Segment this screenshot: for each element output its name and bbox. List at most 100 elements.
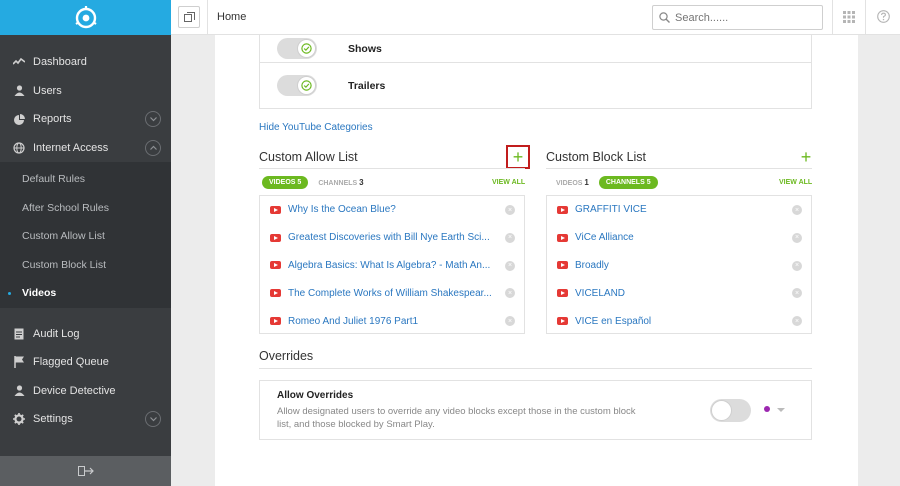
list-item[interactable]: GRAFFITI VICE × [547,196,811,224]
channel-name-link[interactable]: GRAFFITI VICE [575,204,647,215]
sidebar-subitem-videos[interactable]: Videos [0,279,171,308]
tab-videos[interactable]: VIDEOS 1 [556,178,589,187]
list-item[interactable]: Greatest Discoveries with Bill Nye Earth… [260,224,524,252]
youtube-icon [270,205,281,214]
allow-view-all-link[interactable]: VIEW ALL [492,179,525,186]
sidebar-item-internet-access[interactable]: Internet Access [0,134,171,163]
sidebar-item-audit-log[interactable]: Audit Log [0,320,171,349]
tab-channels[interactable]: CHANNELS 5 [598,176,658,189]
youtube-icon [270,317,281,326]
list-item[interactable]: Broadly × [547,252,811,280]
logo[interactable] [0,0,171,35]
user-search-icon [12,384,26,398]
chevron-down-icon[interactable] [145,411,161,427]
pie-chart-icon [12,112,26,126]
list-item[interactable]: VICE en Español × [547,307,811,335]
plus-icon: + [512,147,524,167]
allow-overrides-toggle[interactable] [710,399,751,422]
youtube-icon [557,205,568,214]
channel-name-link[interactable]: VICELAND [575,288,625,299]
sidebar-item-dashboard[interactable]: Dashboard [0,48,171,77]
sidebar-subitem-after-school-rules[interactable]: After School Rules [0,194,171,223]
windows-icon [183,11,195,22]
add-allow-item-button[interactable]: + [506,145,530,169]
search-box[interactable] [652,5,823,30]
video-title-link[interactable]: Romeo And Juliet 1976 Part1 [288,316,418,327]
remove-icon[interactable]: × [792,205,802,215]
divider [832,0,833,35]
sidebar-item-settings[interactable]: Settings [0,405,171,434]
user-icon [12,84,26,98]
list-item[interactable]: Romeo And Juliet 1976 Part1 × [260,307,524,335]
sidebar: Dashboard Users Reports Internet Access [0,0,171,486]
list-item[interactable]: VICELAND × [547,279,811,307]
block-list-title: Custom Block List [546,150,647,164]
toggle-knob [297,39,316,58]
apps-grid-icon[interactable] [843,11,855,26]
sidebar-subitem-label: Custom Block List [22,258,107,271]
video-title-link[interactable]: Greatest Discoveries with Bill Nye Earth… [288,232,490,243]
search-input[interactable] [675,11,810,24]
sidebar-item-label: Reports [33,113,72,126]
sidebar-item-flagged-queue[interactable]: Flagged Queue [0,348,171,377]
overrides-panel: Allow Overrides Allow designated users t… [259,380,812,440]
sidebar-collapse-button[interactable] [0,456,171,486]
tab-label: CHANNELS [318,180,358,187]
youtube-icon [557,317,568,326]
remove-icon[interactable]: × [505,260,515,271]
sidebar-item-label: Dashboard [33,56,87,69]
divider [259,168,525,169]
hide-categories-link[interactable]: Hide YouTube Categories [259,122,373,133]
video-title-link[interactable]: Why Is the Ocean Blue? [288,204,396,215]
remove-icon[interactable]: × [792,232,802,243]
globe-icon [12,141,26,155]
video-title-link[interactable]: The Complete Works of William Shakespear… [288,288,492,299]
list-item[interactable]: Algebra Basics: What Is Algebra? - Math … [260,252,524,280]
divider [207,0,208,35]
remove-icon[interactable]: × [505,316,515,327]
tab-videos[interactable]: VIDEOS 5 [262,176,309,189]
page-title: Home [217,11,247,23]
overrides-heading: Allow Overrides [277,390,354,401]
trailers-toggle[interactable] [277,75,317,96]
block-view-all-link[interactable]: VIEW ALL [779,179,812,186]
remove-icon[interactable]: × [505,288,515,299]
sidebar-item-users[interactable]: Users [0,77,171,106]
sidebar-item-reports[interactable]: Reports [0,105,171,134]
video-title-link[interactable]: Algebra Basics: What Is Algebra? - Math … [288,260,490,271]
chevron-down-icon[interactable] [145,111,161,127]
list-item[interactable]: ViCe Alliance × [547,224,811,252]
channel-name-link[interactable]: Broadly [575,260,609,271]
sidebar-nav-secondary: Audit Log Flagged Queue Device Detective… [0,308,171,434]
shows-toggle[interactable] [277,38,317,59]
add-block-item-button[interactable]: + [796,147,816,167]
logo-icon [74,5,97,28]
sidebar-subitem-default-rules[interactable]: Default Rules [0,165,171,194]
remove-icon[interactable]: × [792,260,802,271]
channel-name-link[interactable]: VICE en Español [575,316,651,327]
tab-label: VIDEOS [269,179,296,186]
list-item[interactable]: Why Is the Ocean Blue? × [260,196,524,224]
chevron-up-icon[interactable] [145,139,161,156]
help-icon[interactable] [877,10,890,26]
youtube-icon [270,233,281,242]
sidebar-item-label: Settings [33,413,73,426]
list-item[interactable]: The Complete Works of William Shakespear… [260,279,524,307]
main-content: Shows Trailers Hide YouTube Categories C… [215,35,858,486]
remove-icon[interactable]: × [505,232,515,243]
remove-icon[interactable]: × [792,288,802,299]
document-icon [12,327,26,341]
window-toggle-button[interactable] [178,6,200,28]
sidebar-item-device-detective[interactable]: Device Detective [0,377,171,406]
check-circle-icon [301,43,312,54]
toggle-knob [297,76,316,95]
allow-list-title: Custom Allow List [259,150,358,164]
tab-channels[interactable]: CHANNELS 3 [318,178,363,187]
channel-name-link[interactable]: ViCe Alliance [575,232,634,243]
sidebar-subitem-custom-block-list[interactable]: Custom Block List [0,251,171,280]
caret-down-icon[interactable] [777,408,785,412]
sidebar-subitem-custom-allow-list[interactable]: Custom Allow List [0,222,171,251]
remove-icon[interactable]: × [505,205,515,215]
remove-icon[interactable]: × [792,316,802,327]
overrides-title: Overrides [259,349,314,363]
